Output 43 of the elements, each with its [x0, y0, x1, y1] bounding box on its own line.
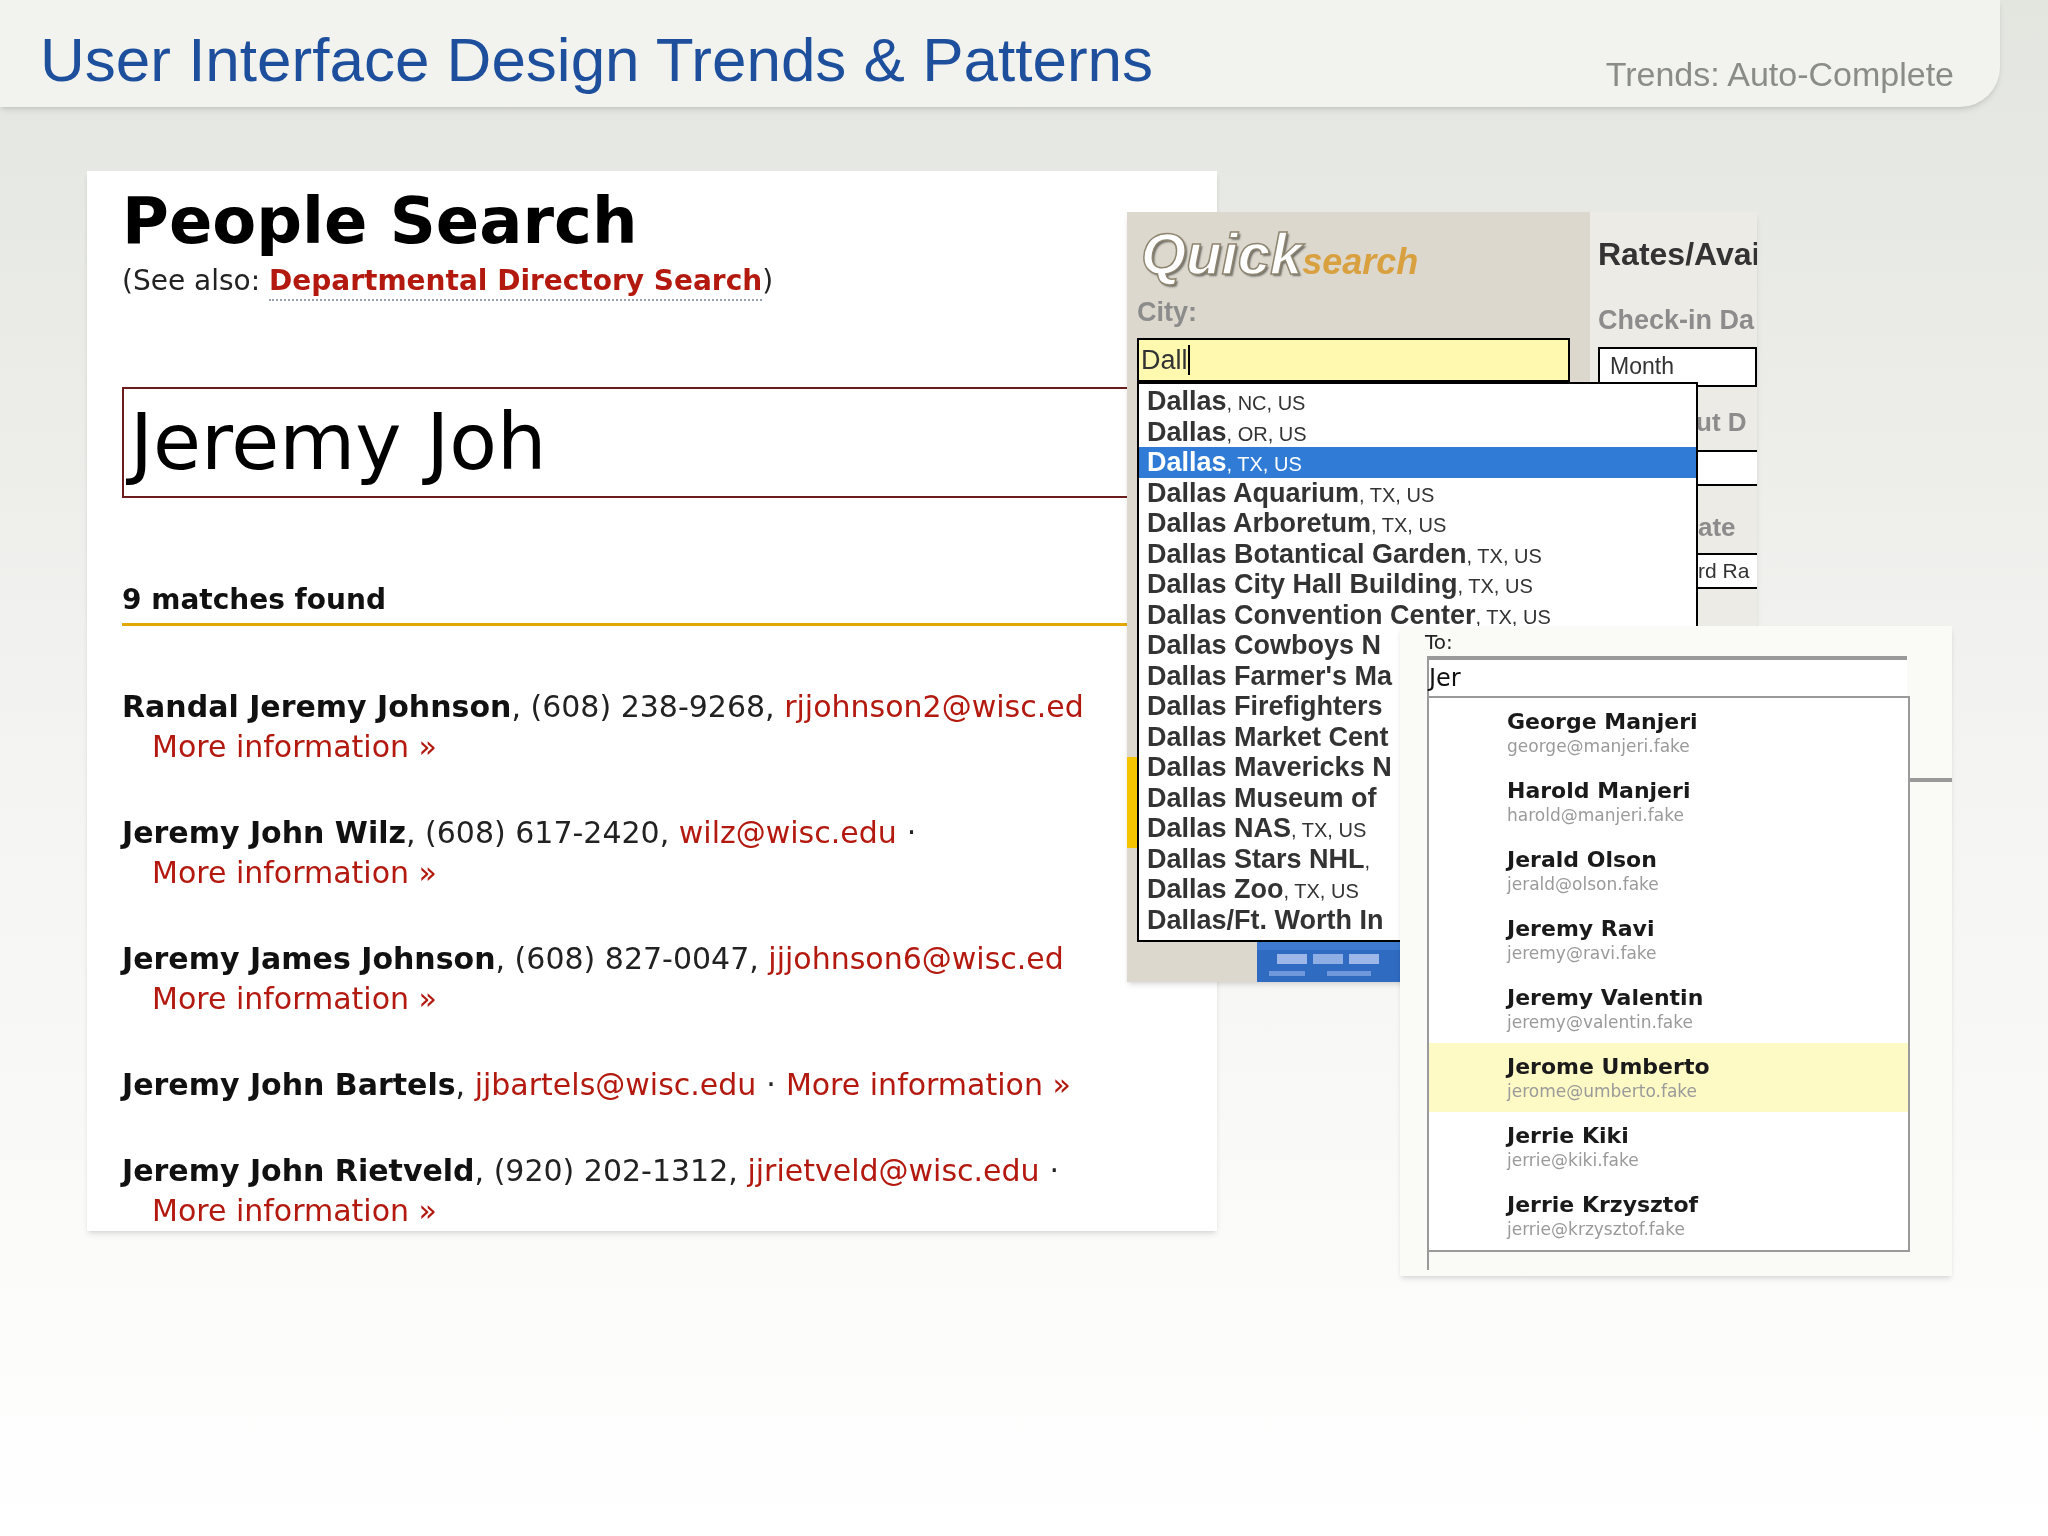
checkout-label: ut D: [1696, 405, 1747, 439]
checkin-label: Check-in Da: [1598, 304, 1755, 337]
email-link[interactable]: jjjohnson6@wisc.ed: [768, 939, 1064, 979]
more-info-link[interactable]: More information »: [785, 1065, 1071, 1105]
suggestion-item[interactable]: Dallas, TX, US: [1139, 447, 1696, 478]
contact-details: ,: [455, 1066, 467, 1104]
recipient-field[interactable]: Jer: [1427, 656, 1907, 696]
email-link[interactable]: wilz@wisc.edu: [678, 813, 897, 853]
directory-link[interactable]: Departmental Directory Search: [269, 263, 763, 301]
more-info-link[interactable]: More information »: [152, 1191, 437, 1231]
input-text: Dall: [1141, 343, 1188, 377]
separator: ·: [1049, 1152, 1060, 1190]
more-info-link[interactable]: More information »: [152, 979, 437, 1019]
month-field[interactable]: Month: [1598, 346, 1757, 387]
person-name: Jeremy John Bartels: [122, 1066, 456, 1104]
person-name: Randal Jeremy Johnson: [122, 688, 512, 726]
contact-details: , (608) 827-0047,: [495, 940, 760, 978]
to-label: To:: [1425, 629, 1453, 656]
contact-item[interactable]: Jerome Umberto jerome@umberto.fake: [1429, 1043, 1908, 1112]
person-name: Jeremy James Johnson: [122, 940, 496, 978]
separator: ·: [766, 1066, 776, 1104]
city-label: City:: [1137, 296, 1197, 329]
slide-subtitle: Trends: Auto-Complete: [1605, 57, 1954, 91]
logo-text: Quick: [1141, 220, 1303, 288]
email-link[interactable]: rjjohnson2@wisc.ed: [784, 687, 1084, 727]
match-count: 9 matches found: [122, 583, 386, 616]
more-info-link[interactable]: More information »: [152, 727, 437, 767]
email-link[interactable]: jjbartels@wisc.edu: [474, 1065, 757, 1105]
email-link[interactable]: jjrietveld@wisc.edu: [747, 1151, 1040, 1191]
more-info-link[interactable]: More information »: [152, 853, 437, 893]
see-also-close: ): [762, 263, 774, 299]
person-name: Jeremy John Wilz: [122, 814, 406, 852]
contact-details: , (608) 238-9268,: [511, 688, 776, 726]
text-cursor: [1187, 345, 1190, 375]
contact-details: , (608) 617-2420,: [405, 814, 671, 852]
rate-label: ate: [1698, 510, 1736, 544]
separator: ·: [906, 814, 917, 852]
contact-details: , (920) 202-1312,: [474, 1152, 739, 1190]
city-field[interactable]: Dall: [1137, 338, 1570, 382]
page-heading: People Search: [122, 185, 638, 257]
see-also-label: (See also:: [122, 263, 262, 299]
person-name: Jeremy John Rietveld: [122, 1152, 475, 1190]
search-field[interactable]: Jeremy Joh: [122, 387, 1127, 498]
